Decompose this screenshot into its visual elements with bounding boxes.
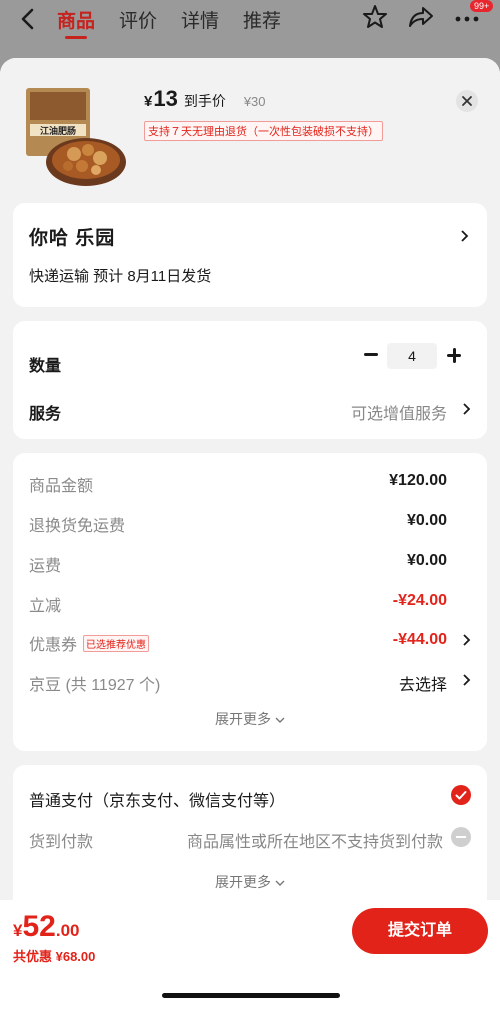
payment-expand-more-button[interactable]: 展开更多 (13, 872, 487, 892)
payment-normal-row[interactable]: 普通支付（京东支付、微信支付等） (29, 784, 471, 810)
message-badge: 99+ (470, 0, 494, 12)
expand-more-button[interactable]: 展开更多 (13, 709, 487, 729)
sheet-header: 江油肥肠 ¥ 13 到手价 ¥30 支持７天无理由退货（一次性包装破损不支持） (0, 58, 500, 198)
jingdou-label: 京豆 (共 11927 个) (29, 677, 161, 694)
total-saved: 共优惠 ¥68.00 (13, 949, 96, 964)
quantity-label: 数量 (29, 358, 62, 375)
discount-label: 立减 (29, 598, 62, 615)
jingdou-row[interactable]: 京豆 (共 11927 个) 去选择 (29, 668, 471, 694)
chevron-right-icon (463, 403, 471, 415)
chevron-right-icon (461, 230, 469, 242)
chevron-right-icon (463, 674, 471, 686)
product-thumbnail: 江油肥肠 (24, 84, 128, 188)
thumb-brand-text: 江油肥肠 (40, 125, 76, 137)
discount-row: 立减 -¥24.00 (29, 589, 471, 615)
total-decimal: .00 (55, 921, 80, 940)
goods-amount-row: 商品金额 ¥120.00 (29, 469, 471, 495)
tab-recommend[interactable]: 推荐 (243, 6, 281, 33)
original-price: ¥30 (243, 94, 266, 109)
service-label: 服务 (29, 406, 62, 423)
freight-label: 运费 (29, 558, 62, 575)
star-icon[interactable] (362, 4, 390, 32)
return-shipping-label: 退换货免运费 (29, 518, 126, 535)
final-price-label: 到手价 (183, 93, 226, 109)
total-integer: 52 (22, 910, 56, 943)
total-currency: ¥ (13, 921, 23, 940)
quantity-input[interactable]: 4 (387, 343, 437, 369)
payment-normal-label: 普通支付（京东支付、微信支付等） (29, 793, 286, 810)
coupon-value: -¥44.00 (392, 631, 447, 648)
payment-cod-note: 商品属性或所在地区不支持货到付款 (186, 834, 443, 851)
return-shipping-value: ¥0.00 (406, 512, 447, 529)
tab-product[interactable]: 商品 (57, 6, 95, 39)
return-shipping-row: 退换货免运费 ¥0.00 (29, 509, 471, 535)
options-card: 数量 4 服务 可选增值服务 (13, 321, 487, 439)
tab-reviews[interactable]: 评价 (119, 6, 157, 33)
close-button[interactable] (456, 90, 478, 112)
final-price: 13 (153, 86, 178, 111)
back-icon[interactable] (20, 8, 34, 37)
payment-cod-row: 货到付款 商品属性或所在地区不支持货到付款 (29, 825, 471, 851)
service-value: 可选增值服务 (350, 406, 447, 423)
order-sheet: 江油肥肠 ¥ 13 到手价 ¥30 支持７天无理由退货（一次性包装破损不支持） … (0, 58, 500, 1010)
chevron-down-icon (275, 880, 285, 886)
price-summary-card: 商品金额 ¥120.00 退换货免运费 ¥0.00 运费 ¥0.00 立减 -¥… (13, 453, 487, 751)
payment-card: 普通支付（京东支付、微信支付等） 货到付款 商品属性或所在地区不支持货到付款 展… (13, 765, 487, 915)
checkout-bar: ¥ 52 .00 共优惠 ¥68.00 提交订单 (0, 900, 500, 1010)
close-icon (462, 96, 472, 106)
share-icon[interactable] (408, 4, 436, 32)
coupon-recommended-tag: 已选推荐优惠 (83, 635, 150, 652)
chevron-down-icon (275, 717, 285, 723)
recipient-name: 你哈 乐园 (29, 228, 116, 249)
submit-order-button[interactable]: 提交订单 (352, 908, 488, 954)
jingdou-value: 去选择 (398, 677, 447, 694)
payment-cod-label: 货到付款 (29, 834, 94, 851)
goods-amount-value: ¥120.00 (389, 472, 447, 489)
payment-cod-disabled-icon (451, 827, 471, 847)
freight-value: ¥0.00 (406, 552, 447, 569)
home-indicator (162, 993, 340, 998)
price-row: ¥ 13 到手价 ¥30 (144, 86, 266, 112)
service-row[interactable]: 服务 可选增值服务 (29, 397, 471, 423)
coupon-label-group: 优惠券 已选推荐优惠 (29, 631, 150, 655)
freight-row: 运费 ¥0.00 (29, 549, 471, 575)
price-currency: ¥ (144, 93, 153, 110)
chevron-right-icon (463, 634, 471, 646)
shipping-estimate: 快递运输 预计 8月11日发货 (29, 268, 212, 285)
coupon-label: 优惠券 (29, 637, 78, 654)
payment-expand-label: 展开更多 (215, 874, 272, 890)
return-policy-tag: 支持７天无理由退货（一次性包装破损不支持） (144, 121, 383, 141)
payment-selected-check-icon[interactable] (451, 785, 471, 805)
total-price: ¥ 52 .00 (13, 910, 79, 944)
address-card[interactable]: 你哈 乐园 快递运输 预计 8月11日发货 (13, 203, 487, 307)
discount-value: -¥24.00 (392, 592, 447, 609)
coupon-row[interactable]: 优惠券 已选推荐优惠 -¥44.00 (29, 628, 471, 654)
expand-more-label: 展开更多 (215, 711, 272, 727)
quantity-decrement-button[interactable] (364, 353, 378, 356)
tab-details[interactable]: 详情 (181, 6, 219, 33)
goods-amount-label: 商品金额 (29, 478, 94, 495)
quantity-increment-button[interactable] (447, 347, 463, 363)
